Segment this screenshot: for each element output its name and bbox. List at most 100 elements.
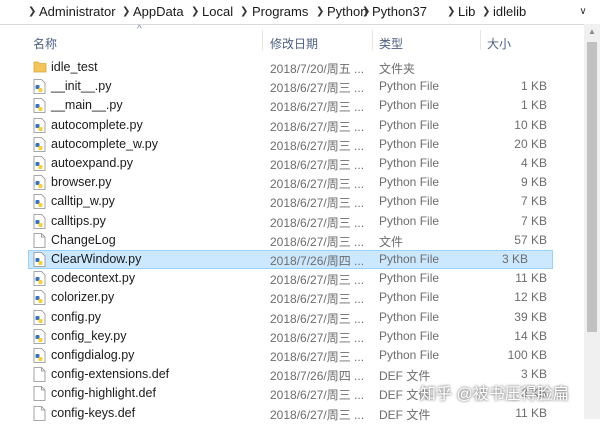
sort-ascending-icon: ^	[137, 24, 142, 35]
file-row[interactable]: config.py 2018/6/27/周三 ... Python File 39 K…	[0, 308, 600, 327]
watermark: 知乎 @被书压得脸扁	[420, 386, 569, 403]
file-size: 57 KB	[514, 232, 547, 247]
file-modified-date: 2018/6/27/周三 ...	[270, 311, 365, 326]
breadcrumb-separator-icon[interactable]: ❯	[482, 6, 490, 17]
file-modified-date: 2018/6/27/周三 ...	[270, 292, 365, 307]
breadcrumb-item[interactable]: Programs	[252, 4, 308, 19]
file-row[interactable]: autoexpand.py 2018/6/27/周三 ... Python File…	[0, 154, 600, 173]
file-type: Python File	[379, 328, 440, 343]
file-name: config.py	[51, 309, 102, 324]
breadcrumb-separator-icon[interactable]: ❯	[240, 6, 248, 17]
file-modified-date: 2018/7/26/周四 ...	[270, 369, 365, 384]
file-name: config_key.py	[51, 328, 127, 343]
python-file-icon	[33, 328, 46, 344]
file-size: 14 KB	[514, 328, 547, 343]
file-name: colorizer.py	[51, 290, 115, 305]
python-file-icon	[33, 213, 46, 229]
file-type: Python File	[379, 290, 440, 305]
python-file-icon	[33, 156, 46, 171]
file-icon	[33, 367, 46, 383]
breadcrumb-item[interactable]: Lib	[458, 4, 475, 19]
file-type: Python File	[379, 252, 440, 266]
breadcrumb-item[interactable]: idlelib	[493, 4, 526, 19]
column-type-header[interactable]: 类型	[379, 35, 403, 52]
breadcrumb-separator-icon[interactable]: ❯	[447, 6, 455, 17]
breadcrumb-separator-icon[interactable]: ❯	[191, 6, 199, 17]
file-name: config-highlight.def	[51, 386, 156, 401]
file-modified-date: 2018/6/27/周三 ...	[270, 407, 365, 422]
python-file-icon	[33, 194, 46, 210]
file-type: Python File	[379, 79, 440, 94]
file-row[interactable]: colorizer.py 2018/6/27/周三 ... Python File 1…	[0, 288, 600, 307]
file-row[interactable]: calltip_w.py 2018/6/27/周三 ... Python File 7…	[0, 192, 600, 211]
file-row[interactable]: autocomplete.py 2018/6/27/周三 ... Python Fi…	[0, 116, 600, 135]
column-name-header[interactable]: 名称	[33, 35, 57, 52]
file-name: codecontext.py	[51, 271, 136, 286]
file-size: 1 KB	[520, 79, 547, 94]
file-modified-date: 2018/6/27/周三 ...	[270, 177, 365, 192]
chevron-down-icon[interactable]: ∨	[569, 1, 597, 23]
file-row[interactable]: config_key.py 2018/6/27/周三 ... Python File…	[0, 327, 600, 346]
python-file-icon	[33, 252, 46, 267]
breadcrumb-item[interactable]: Local	[202, 4, 233, 19]
scroll-up-icon[interactable]: ▲	[588, 27, 596, 36]
column-header: ^ 名称 修改日期 类型 大小	[0, 24, 600, 58]
scrollbar-thumb[interactable]	[587, 42, 597, 332]
file-name: calltip_w.py	[51, 194, 115, 209]
file-modified-date: 2018/6/27/周三 ...	[270, 138, 365, 153]
breadcrumb-separator-icon[interactable]: ❯	[122, 6, 130, 17]
file-icon	[33, 405, 46, 421]
python-file-icon	[33, 98, 46, 114]
file-row-selected[interactable]: ClearWindow.py 2018/7/26/周四 ... Python Fil…	[28, 250, 553, 269]
file-row[interactable]: idle_test 2018/7/20/周五 ... 文件夹	[0, 58, 600, 77]
file-size: 11 KB	[515, 405, 547, 420]
file-icon	[33, 386, 46, 402]
breadcrumb-item[interactable]: Python37	[372, 4, 427, 19]
file-row[interactable]: ChangeLog 2018/6/27/周三 ... 文件 57 KB	[0, 231, 600, 250]
file-modified-date: 2018/6/27/周三 ...	[270, 100, 365, 115]
file-size: 11 KB	[515, 271, 547, 286]
column-divider[interactable]	[480, 30, 481, 50]
file-type: Python File	[379, 348, 440, 362]
file-size: 4 KB	[520, 156, 547, 170]
file-row[interactable]: browser.py 2018/6/27/周三 ... Python File 9 K…	[0, 173, 600, 192]
column-date-header[interactable]: 修改日期	[270, 35, 318, 52]
file-type: 文件	[379, 234, 404, 249]
file-modified-date: 2018/6/27/周三 ...	[270, 119, 365, 134]
address-bar[interactable]: ❯ Administrator ❯ AppData ❯ Local ❯ Programs ❯ Py…	[0, 0, 600, 25]
file-type: Python File	[379, 117, 440, 132]
file-type: Python File	[379, 194, 440, 209]
file-type: Python File	[379, 175, 440, 190]
file-row[interactable]: configdialog.py 2018/6/27/周三 ... Python Fi…	[0, 346, 600, 365]
breadcrumb-separator-icon[interactable]: ❯	[28, 6, 36, 17]
vertical-scrollbar[interactable]: ▲	[584, 24, 600, 419]
file-row[interactable]: config-keys.def 2018/6/27/周三 ... DEF 文件 11 …	[0, 404, 600, 423]
file-modified-date: 2018/6/27/周三 ...	[270, 234, 365, 249]
python-file-icon	[33, 79, 46, 95]
file-row[interactable]: __main__.py 2018/6/27/周三 ... Python File 1 …	[0, 96, 600, 115]
python-file-icon	[33, 290, 46, 306]
column-divider[interactable]	[372, 30, 373, 50]
file-size: 1 KB	[520, 98, 547, 113]
file-modified-date: 2018/6/27/周三 ...	[270, 330, 365, 345]
file-row[interactable]: calltips.py 2018/6/27/周三 ... Python File 7 …	[0, 212, 600, 231]
file-name: autocomplete_w.py	[51, 136, 159, 151]
file-row[interactable]: codecontext.py 2018/6/27/周三 ... Python Fil…	[0, 269, 600, 288]
breadcrumb-separator-icon[interactable]: ❯	[362, 6, 370, 17]
file-modified-date: 2018/6/27/周三 ...	[270, 215, 365, 230]
file-size: 7 KB	[520, 194, 547, 209]
file-modified-date: 2018/7/20/周五 ...	[270, 62, 365, 76]
column-divider[interactable]	[262, 30, 263, 50]
file-name: autocomplete.py	[51, 117, 143, 132]
file-row[interactable]: __init__.py 2018/6/27/周三 ... Python File 1 …	[0, 77, 600, 96]
file-row[interactable]: autocomplete_w.py 2018/6/27/周三 ... Python …	[0, 135, 600, 154]
file-icon	[33, 232, 46, 248]
file-name: __main__.py	[51, 98, 123, 113]
python-file-icon	[33, 309, 46, 325]
breadcrumb-item[interactable]: AppData	[133, 4, 184, 19]
breadcrumb-separator-icon[interactable]: ❯	[316, 6, 324, 17]
file-modified-date: 2018/6/27/周三 ...	[270, 350, 365, 364]
column-size-header[interactable]: 大小	[487, 35, 511, 52]
breadcrumb-item[interactable]: Administrator	[39, 4, 116, 19]
file-name: autoexpand.py	[51, 156, 134, 170]
